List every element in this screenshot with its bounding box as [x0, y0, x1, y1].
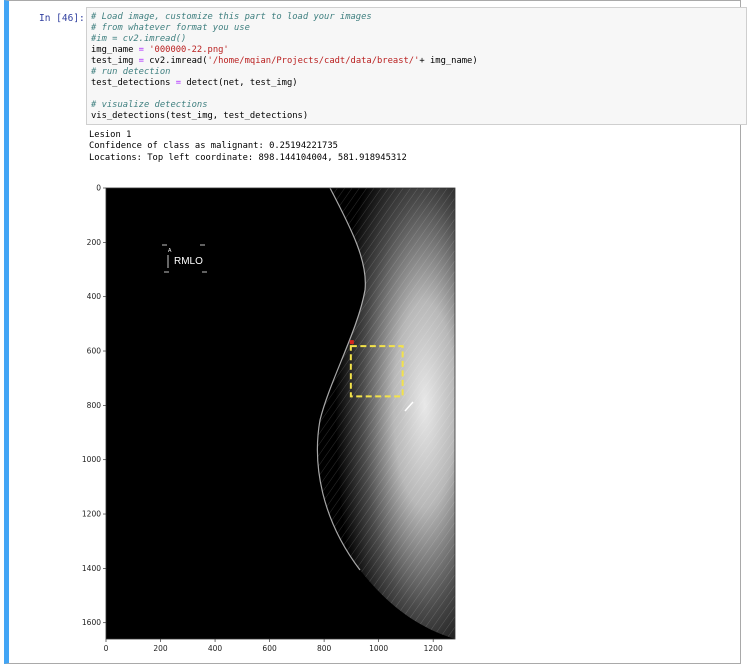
x-tick-label: 600: [262, 644, 277, 653]
x-tick-label: 1200: [424, 644, 443, 653]
detection-marker: [349, 340, 354, 345]
x-axis: 0 200 400 600 800 1000 1200: [104, 639, 443, 653]
y-tick-label: 1600: [82, 618, 101, 627]
x-tick-label: 0: [104, 644, 109, 653]
y-tick-label: 1400: [82, 564, 101, 573]
label-arrow-glyph: A: [168, 248, 172, 254]
figure: A RMLO 0 200 400 600 800 1000 1200 0 200 400 600 8…: [82, 184, 456, 653]
x-tick-label: 800: [317, 644, 332, 653]
y-tick-label: 400: [87, 292, 102, 301]
x-tick-label: 200: [153, 644, 168, 653]
x-tick-label: 400: [208, 644, 223, 653]
x-tick-label: 1000: [369, 644, 388, 653]
image-label: RMLO: [174, 256, 203, 267]
y-tick-label: 0: [96, 184, 101, 193]
y-tick-label: 1200: [82, 510, 101, 519]
y-tick-label: 800: [87, 401, 102, 410]
y-tick-label: 200: [87, 238, 102, 247]
y-tick-label: 600: [87, 347, 102, 356]
y-tick-label: 1000: [82, 455, 101, 464]
y-axis: 0 200 400 600 800 1000 1200 1400 1600: [82, 184, 106, 627]
